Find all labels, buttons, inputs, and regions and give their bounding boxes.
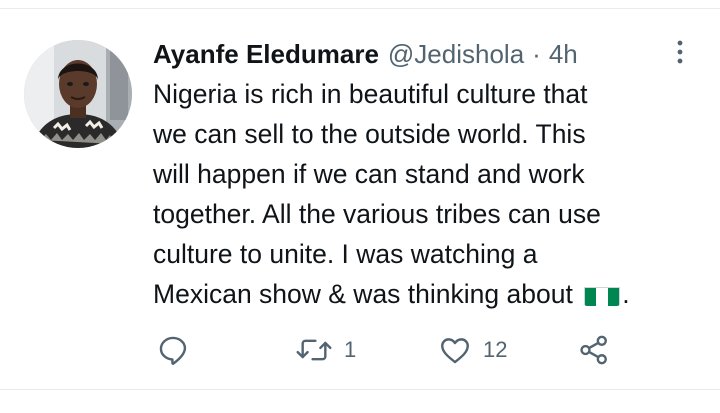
share-button[interactable] [577, 330, 611, 370]
tweet-header: Ayanfe Eledumare @Jedishola · 4h [153, 34, 578, 74]
tweet-text-line: Nigeria is rich in beautiful culture tha… [153, 79, 588, 109]
like-button[interactable]: 12 [437, 330, 507, 370]
tweet-text-line: will happen if we can stand and work [153, 159, 585, 189]
tweet-timestamp[interactable]: 4h [549, 34, 578, 74]
avatar-image [24, 40, 132, 148]
header-separator: · [532, 39, 541, 69]
retweet-button[interactable]: 1 [294, 330, 356, 370]
reply-button[interactable] [156, 330, 200, 370]
retweet-icon [296, 339, 332, 361]
tweet-text-line: we can sell to the outside world. This [153, 119, 586, 149]
user-handle[interactable]: @Jedishola [388, 34, 524, 74]
tweet-text-line: culture to unite. I was watching a [153, 239, 538, 269]
like-count: 12 [483, 337, 508, 362]
tweet-actions: 1 12 [0, 330, 720, 370]
top-divider [0, 8, 720, 9]
nigeria-flag-icon [584, 282, 621, 306]
more-options-button[interactable] [666, 38, 694, 66]
reply-icon [159, 336, 187, 365]
tweet-text-line: together. All the various tribes can use [153, 199, 601, 229]
tweet-text: Nigeria is rich in beautiful culture tha… [153, 74, 713, 314]
tweet-text-last-line: Mexican show & was thinking about . [153, 274, 713, 314]
tweet-text-line: Mexican show & was thinking about [153, 279, 573, 309]
bottom-divider [0, 389, 720, 390]
heart-icon [441, 338, 469, 364]
avatar[interactable] [24, 40, 132, 148]
tweet-text-end: . [622, 279, 630, 309]
more-vertical-icon [677, 40, 683, 64]
share-icon [580, 335, 607, 365]
retweet-count: 1 [344, 337, 357, 362]
display-name[interactable]: Ayanfe Eledumare [153, 34, 379, 74]
